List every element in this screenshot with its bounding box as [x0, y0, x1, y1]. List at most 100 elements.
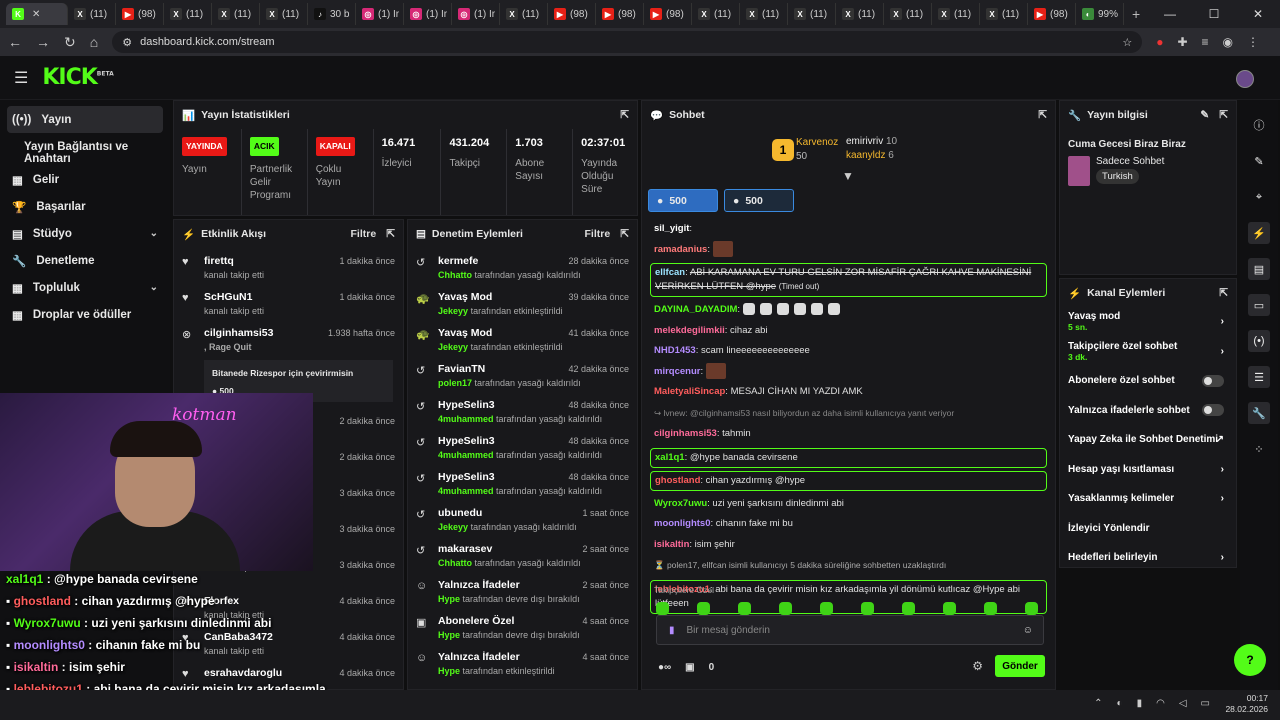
new-tab-button[interactable]: +	[1124, 6, 1148, 22]
chat-username[interactable]: DAYINA_DAYADIM	[654, 304, 737, 315]
bolt-icon[interactable]: ⚡	[1248, 222, 1270, 244]
category-name[interactable]: Sadece Sohbet	[1096, 156, 1164, 167]
browser-tab[interactable]: K ✕	[6, 3, 68, 25]
chat-icon[interactable]: ▭	[1248, 294, 1270, 316]
quick-emote-icon[interactable]	[779, 602, 792, 615]
broadcast-icon[interactable]: (•)	[1248, 330, 1270, 352]
chat-username[interactable]: moonlights0	[654, 518, 710, 529]
quick-emote-icon[interactable]	[1025, 602, 1038, 615]
chat-username[interactable]: isikaltin	[654, 539, 689, 550]
browser-tab[interactable]: X (11)	[788, 3, 836, 25]
browser-tab[interactable]: ▶ (98)	[596, 3, 644, 25]
site-info-icon[interactable]: ⚙	[122, 36, 132, 49]
activity-item[interactable]: ♥ firettq kanalı takip etti 1 dakika önce	[174, 252, 403, 288]
moderator-name[interactable]: Chhatto	[438, 270, 472, 280]
chat-username[interactable]: cilginhamsi53	[654, 428, 717, 439]
chat-message[interactable]: isikaltin: isim şehir	[642, 535, 1055, 556]
chevron-right-icon[interactable]: ›	[1221, 464, 1224, 475]
chat-message[interactable]: ghostland: cihan yazdırmış @hype	[650, 470, 1047, 491]
activity-item[interactable]: ♥ CanBaba3472 kanalı takip etti 4 dakika ön…	[174, 628, 403, 664]
browser-tab[interactable]: X (11)	[260, 3, 308, 25]
chevron-right-icon[interactable]: ›	[1221, 346, 1224, 357]
popout-icon[interactable]: ⇱	[1219, 287, 1228, 299]
wifi-icon[interactable]: ◠	[1156, 698, 1165, 709]
moderation-item[interactable]: 🐢 Yavaş Mod Jekeyy tarafından etkinleştiri…	[408, 324, 637, 360]
chevron-down-icon[interactable]: ⌄	[150, 282, 158, 293]
moderation-item[interactable]: ▣ Abonelere Özel Hype tarafından devre dış…	[408, 612, 637, 648]
channel-action[interactable]: Hesap yaşı kısıtlaması ›	[1060, 455, 1236, 485]
tab-close-icon[interactable]: ✕	[32, 9, 40, 20]
moderator-name[interactable]: 4muhammed	[438, 414, 494, 424]
chat-message[interactable]: moonlights0: cihanın fake mi bu	[642, 514, 1055, 535]
volume-icon[interactable]: ◁	[1179, 698, 1187, 709]
moderation-item[interactable]: ↺ ubunedu Jekeyy tarafından yasağı kaldırı…	[408, 504, 637, 540]
sidebar-item[interactable]: 🔧 Denetleme	[0, 247, 170, 274]
activity-filter-button[interactable]: Filtre	[351, 228, 377, 240]
chat-username[interactable]: ghostland	[655, 475, 700, 486]
url-field[interactable]: ⚙ dashboard.kick.com/stream ☆	[112, 31, 1143, 53]
chat-message[interactable]: sil_yigit:	[642, 219, 1055, 240]
focus-icon[interactable]: ⌖	[1248, 186, 1270, 208]
chat-message[interactable]: NHD1453: scam lineeeeeeeeeeeeee	[642, 341, 1055, 362]
chat-username[interactable]: mirqcenur	[654, 366, 700, 377]
forward-icon[interactable]: →	[36, 34, 50, 50]
sidebar-item[interactable]: ▦ Topluluk ⌄	[0, 274, 170, 301]
top-chatter[interactable]: kaanyldz 6	[846, 149, 897, 163]
list-icon[interactable]: ☰	[1248, 366, 1270, 388]
chat-message[interactable]: ⏳ polen17, ellfcan isimli kullanıcıyı 5 …	[642, 555, 1055, 577]
browser-tab[interactable]: ▶ (98)	[548, 3, 596, 25]
quick-emote-icon[interactable]	[943, 602, 956, 615]
browser-tab[interactable]: X (11)	[164, 3, 212, 25]
moderator-name[interactable]: Hype	[438, 666, 460, 676]
network-icon[interactable]: ◐	[1117, 698, 1123, 709]
chat-message[interactable]: ↪ lvnew: @cilginhamsi53 nasıl biliyordun…	[642, 403, 1055, 425]
moderator-name[interactable]: Hype	[438, 594, 460, 604]
chat-message[interactable]: melekdegilimkii: cihaz abi	[642, 321, 1055, 342]
gift-icon[interactable]: ▣	[685, 662, 694, 673]
back-icon[interactable]: ←	[8, 34, 22, 50]
extensions-puzzle-icon[interactable]: ✚	[1177, 35, 1187, 49]
sidebar-item[interactable]: ▦ Droplar ve ödüller	[0, 301, 170, 328]
send-button[interactable]: Gönder	[995, 655, 1045, 677]
settings-gear-icon[interactable]: ⚙	[972, 659, 983, 673]
mic-icon[interactable]: ▮	[1137, 698, 1143, 709]
sidebar-item[interactable]: ▦ Gelir	[0, 166, 170, 193]
sidebar-item[interactable]: 🏆 Başarılar	[0, 193, 170, 220]
kick-logo[interactable]: KICKBETA	[42, 65, 113, 90]
toggle-switch[interactable]	[1202, 404, 1224, 417]
moderator-name[interactable]: Chhatto	[438, 558, 472, 568]
quick-emote-icon[interactable]	[902, 602, 915, 615]
browser-tab[interactable]: X (11)	[740, 3, 788, 25]
reload-icon[interactable]: ↻	[64, 34, 76, 51]
chat-message[interactable]: ramadanius:	[642, 240, 1055, 261]
browser-menu-icon[interactable]: ⋮	[1247, 35, 1259, 49]
moderator-name[interactable]: polen17	[438, 378, 472, 388]
channel-action[interactable]: Yalnızca ifadelerle sohbet	[1060, 396, 1236, 426]
help-button[interactable]: ?	[1234, 644, 1266, 676]
sidebar-item[interactable]: ((•)) Yayın	[7, 106, 163, 133]
chevron-right-icon[interactable]: ›	[1221, 552, 1224, 563]
chevron-up-icon[interactable]: ⌃	[1094, 698, 1102, 709]
browser-tab[interactable]: ▶ (98)	[644, 3, 692, 25]
moderation-item[interactable]: ↺ makarasev Chhatto tarafından yasağı kald…	[408, 540, 637, 576]
battery-icon[interactable]: ▭	[1201, 698, 1210, 709]
channel-action[interactable]: Takipçilere özel sohbet 3 dk. ›	[1060, 337, 1236, 367]
extension-icon[interactable]: ●	[1156, 35, 1163, 49]
channel-action[interactable]: Hedefleri belirleyin ›	[1060, 543, 1236, 573]
infinite-points-icon[interactable]: ●∞	[658, 662, 671, 673]
browser-tab[interactable]: ◎ (1) Ir	[452, 3, 500, 25]
chat-username[interactable]: ellfcan	[655, 267, 685, 278]
chat-username[interactable]: MaletyaliSincap	[654, 386, 725, 397]
moderation-item[interactable]: ↺ kermefe Chhatto tarafından yasağı kaldır…	[408, 252, 637, 288]
info-icon[interactable]: ⓘ	[1248, 114, 1270, 136]
browser-tab[interactable]: X (11)	[68, 3, 116, 25]
popout-icon[interactable]: ⇱	[620, 228, 629, 240]
browser-tab[interactable]: ▶ (98)	[1028, 3, 1076, 25]
popout-icon[interactable]: ⇱	[620, 109, 629, 121]
channel-action[interactable]: Yasaklanmış kelimeler ›	[1060, 484, 1236, 514]
channel-action[interactable]: Abonelere özel sohbet	[1060, 366, 1236, 396]
chat-message-input[interactable]: ▮ Bir mesaj gönderin ☺	[656, 615, 1044, 645]
moderator-name[interactable]: Jekeyy	[438, 306, 468, 316]
top-chatter[interactable]: emirivriv 10	[846, 135, 897, 149]
moderator-name[interactable]: 4muhammed	[438, 450, 494, 460]
